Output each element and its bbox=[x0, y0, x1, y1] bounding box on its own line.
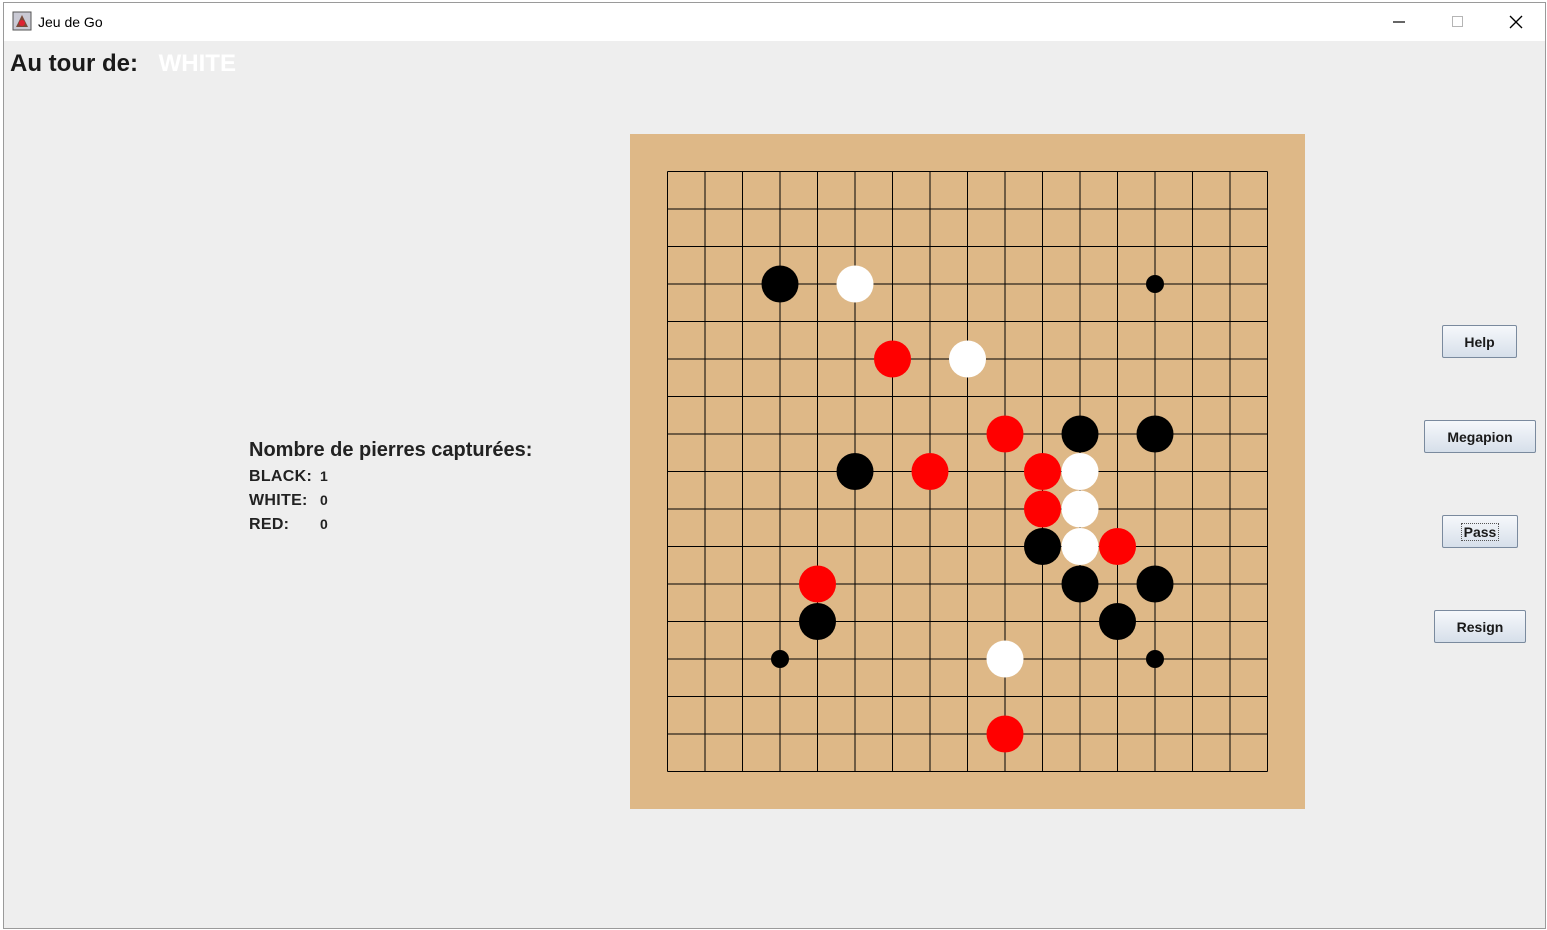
stone-black bbox=[836, 453, 874, 490]
current-player: WHITE bbox=[158, 50, 236, 77]
capture-count: 0 bbox=[320, 516, 329, 532]
capture-name: BLACK: bbox=[249, 468, 313, 485]
star-point bbox=[1146, 275, 1164, 293]
captured-stones-panel: Nombre de pierres capturées: BLACK: 1 WH… bbox=[249, 439, 532, 538]
capture-name: RED: bbox=[249, 516, 290, 533]
close-icon bbox=[1509, 15, 1523, 29]
turn-indicator: Au tour de: WHITE bbox=[10, 50, 236, 82]
stone-black bbox=[1136, 415, 1174, 453]
stone-red bbox=[874, 340, 911, 378]
stone-black bbox=[1136, 565, 1174, 603]
turn-label: Au tour de: bbox=[10, 50, 138, 77]
stone-red bbox=[799, 565, 836, 603]
app-window: Jeu de Go Au tour de: WHITE Nombre de pi… bbox=[4, 3, 1545, 928]
stone-red bbox=[986, 415, 1024, 453]
stone-white bbox=[1061, 453, 1099, 490]
go-board[interactable] bbox=[630, 134, 1305, 809]
stone-black bbox=[799, 603, 836, 640]
captured-stones-title: Nombre de pierres capturées: bbox=[249, 439, 533, 461]
maximize-icon bbox=[1452, 16, 1463, 27]
stone-black bbox=[1024, 528, 1061, 565]
stone-red bbox=[1024, 453, 1061, 490]
stone-white bbox=[986, 640, 1024, 678]
help-button[interactable]: Help bbox=[1442, 325, 1517, 358]
stone-black bbox=[1061, 415, 1099, 453]
board-grid[interactable] bbox=[630, 134, 1305, 809]
stone-white bbox=[1061, 528, 1099, 565]
pass-label: Pass bbox=[1460, 522, 1500, 541]
stone-red bbox=[986, 715, 1024, 753]
title-bar[interactable]: Jeu de Go bbox=[4, 3, 1545, 41]
stone-red bbox=[911, 453, 949, 490]
capture-row-black: BLACK: 1 bbox=[249, 466, 532, 490]
stone-white bbox=[1061, 490, 1099, 528]
stone-red bbox=[1024, 490, 1061, 528]
window-title: Jeu de Go bbox=[38, 14, 103, 30]
minimize-button[interactable] bbox=[1370, 3, 1428, 41]
capture-row-white: WHITE: 0 bbox=[249, 490, 532, 514]
stone-white bbox=[949, 340, 986, 378]
star-point bbox=[771, 650, 789, 668]
close-button[interactable] bbox=[1486, 3, 1544, 41]
capture-row-red: RED: 0 bbox=[249, 514, 532, 538]
star-point bbox=[1146, 650, 1164, 668]
stone-red bbox=[1099, 528, 1136, 565]
megapion-button[interactable]: Megapion bbox=[1424, 420, 1536, 453]
capture-count: 0 bbox=[320, 492, 329, 508]
pass-button[interactable]: Pass bbox=[1442, 515, 1518, 548]
minimize-icon bbox=[1393, 21, 1405, 23]
capture-count: 1 bbox=[320, 468, 329, 484]
stone-black bbox=[761, 265, 799, 303]
maximize-button[interactable] bbox=[1428, 3, 1486, 41]
capture-name: WHITE: bbox=[249, 492, 308, 509]
stone-black bbox=[1099, 603, 1136, 640]
resign-button[interactable]: Resign bbox=[1434, 610, 1526, 643]
stone-white bbox=[836, 265, 874, 303]
stone-black bbox=[1061, 565, 1099, 603]
java-app-icon bbox=[12, 11, 32, 31]
